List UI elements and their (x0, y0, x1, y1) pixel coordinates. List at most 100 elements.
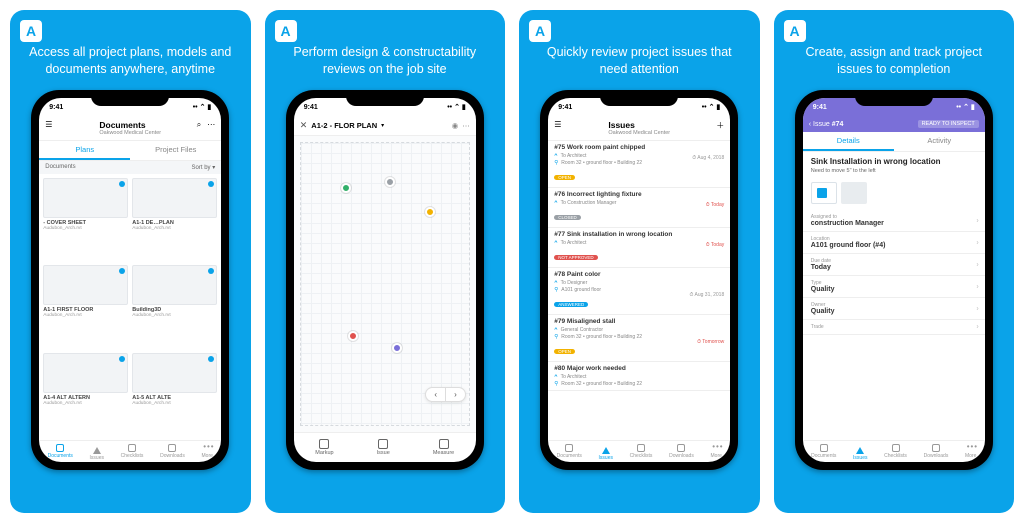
doc-subtitle: Audubon_Arch.rvt (43, 226, 128, 231)
nav-more[interactable]: •••More (965, 444, 976, 459)
issue-pin[interactable] (425, 207, 435, 217)
document-card[interactable]: A1-1 DE…PLANAudubon_Arch.rvt (132, 178, 217, 261)
issue-row[interactable]: #75 Work room paint chipped⍲To Architect… (548, 141, 730, 188)
app-screen-issues: 9:41•• ⌃ ▮ ☰ Issues Oakwood Medical Cent… (548, 98, 730, 462)
field-location[interactable]: LocationA101 ground floor (#4)› (803, 232, 985, 254)
issue-assignee: ⍲To Architect (554, 239, 724, 246)
issues-icon (93, 443, 101, 454)
visibility-icon[interactable]: ◉ (452, 121, 459, 130)
user-icon: ⍲ (554, 279, 557, 286)
promo-headline: Create, assign and track project issues … (774, 18, 1015, 90)
issue-assignee: ⍲To Architect (554, 373, 724, 380)
search-icon[interactable]: ⌕ (197, 120, 201, 130)
nav-checklists[interactable]: Checklists (630, 444, 653, 459)
nav-downloads[interactable]: Downloads (924, 444, 949, 459)
nav-issues[interactable]: Issues (599, 443, 613, 461)
issue-status-pill[interactable]: READY TO INSPECT (918, 120, 979, 128)
nav-checklists[interactable]: Checklists (884, 444, 907, 459)
tab-project-files[interactable]: Project Files (130, 141, 221, 160)
field-type[interactable]: TypeQuality› (803, 276, 985, 298)
autodesk-logo-icon: A (275, 20, 297, 42)
bottom-nav: Documents Issues Checklists Downloads •••Mor… (39, 440, 221, 462)
chevron-right-icon: › (976, 324, 978, 331)
chevron-down-icon[interactable]: ▾ (381, 122, 384, 129)
sort-by-button[interactable]: Sort by ▾ (192, 164, 216, 171)
phone-frame: 9:41•• ⌃ ▮ ✕ A1-2 - FLOR PLAN ▾ ◉ ⋯ ‹ › (286, 90, 484, 470)
documents-navbar: ☰ Documents Oakwood Medical Center ⌕ ⋯ (39, 116, 221, 141)
nav-documents[interactable]: Documents (557, 444, 582, 459)
doc-thumbnail (132, 353, 217, 393)
issue-status-pill: OPEN (554, 175, 575, 180)
nav-downloads[interactable]: Downloads (160, 444, 185, 459)
issue-row[interactable]: #80 Major work needed⍲To Architect⚲Room … (548, 362, 730, 391)
tool-markup[interactable]: Markup (315, 439, 333, 456)
add-issue-button[interactable]: ＋ (716, 120, 724, 131)
tab-activity[interactable]: Activity (894, 132, 985, 151)
more-icon[interactable]: ⋯ (207, 120, 215, 130)
more-icon[interactable]: ⋯ (462, 121, 470, 130)
field-assigned-to[interactable]: Assigned toconstruction Manager› (803, 210, 985, 232)
issue-header: ‹ Issue #74 READY TO INSPECT (803, 116, 985, 132)
phone-frame: 9:41•• ⌃ ▮ ☰ Issues Oakwood Medical Cent… (540, 90, 738, 470)
nav-checklists[interactable]: Checklists (121, 444, 144, 459)
attachment-thumbnail[interactable] (841, 182, 867, 204)
next-page-button[interactable]: › (446, 388, 465, 401)
app-screen-issue-detail: 9:41•• ⌃ ▮ ‹ Issue #74 READY TO INSPECT … (803, 98, 985, 462)
prev-page-button[interactable]: ‹ (426, 388, 446, 401)
floor-plan-canvas[interactable]: ‹ › (294, 136, 476, 432)
menu-icon[interactable]: ☰ (554, 120, 561, 129)
issue-row[interactable]: #79 Misaligned stall⍲General Contractor⚲… (548, 315, 730, 362)
user-icon: ⍲ (554, 199, 557, 206)
doc-thumbnail (43, 265, 128, 305)
issue-pin[interactable] (341, 183, 351, 193)
issue-pin[interactable] (385, 177, 395, 187)
pin-icon: ⚲ (554, 334, 558, 340)
nav-issues[interactable]: Issues (90, 443, 104, 461)
tool-issue[interactable]: Issue (377, 439, 390, 456)
issue-row[interactable]: #78 Paint color⍲To Designer⚲A101 ground … (548, 268, 730, 315)
issue-description: Need to move 5" to the left (803, 168, 985, 178)
app-store-gallery: A Access all project plans, models and d… (0, 0, 1024, 523)
issue-row[interactable]: #76 Incorrect lighting fixture⍲To Constr… (548, 188, 730, 228)
tab-details[interactable]: Details (803, 132, 894, 151)
issue-pin[interactable] (348, 331, 358, 341)
menu-icon[interactable]: ☰ (45, 120, 52, 129)
autodesk-logo-icon: A (529, 20, 551, 42)
field-due-date[interactable]: Due dateToday› (803, 254, 985, 276)
nav-documents[interactable]: Documents (811, 444, 836, 459)
documents-icon (565, 444, 573, 452)
tab-plans[interactable]: Plans (39, 141, 130, 160)
user-icon: ⍲ (554, 373, 557, 380)
autodesk-logo-icon: A (784, 20, 806, 42)
issue-pin[interactable] (392, 343, 402, 353)
document-grid: - COVER SHEETAudubon_Arch.rvtA1-1 DE…PLA… (39, 174, 221, 440)
issue-row-title: #79 Misaligned stall (554, 318, 724, 325)
page-subtitle: Oakwood Medical Center (99, 130, 161, 136)
issue-row[interactable]: #77 Sink installation in wrong location⍲… (548, 228, 730, 268)
bottom-nav: Documents Issues Checklists Downloads •••Mor… (803, 440, 985, 462)
nav-more[interactable]: •••More (202, 444, 213, 459)
nav-issues[interactable]: Issues (853, 443, 867, 461)
document-card[interactable]: Building3DAudubon_Arch.rvt (132, 265, 217, 348)
close-icon[interactable]: ✕ (300, 120, 308, 131)
document-card[interactable]: A1-1 FIRST FLOORAudubon_Arch.rvt (43, 265, 128, 348)
app-screen-plan: 9:41•• ⌃ ▮ ✕ A1-2 - FLOR PLAN ▾ ◉ ⋯ ‹ › (294, 98, 476, 462)
document-card[interactable]: - COVER SHEETAudubon_Arch.rvt (43, 178, 128, 261)
tool-measure[interactable]: Measure (433, 439, 454, 456)
doc-thumbnail (132, 265, 217, 305)
back-button[interactable]: ‹ Issue #74 (809, 121, 844, 128)
nav-more[interactable]: •••More (711, 444, 722, 459)
plan-navbar: ✕ A1-2 - FLOR PLAN ▾ ◉ ⋯ (294, 116, 476, 136)
issue-location: ⚲Room 32 • ground floor • Building 22 (554, 381, 724, 387)
attachment-thumbnail[interactable] (811, 182, 837, 204)
breadcrumb[interactable]: Documents (45, 164, 75, 171)
nav-downloads[interactable]: Downloads (669, 444, 694, 459)
field-value: Quality (811, 286, 977, 293)
field-trade[interactable]: Trade› (803, 320, 985, 335)
document-card[interactable]: A1-4 ALT ALTERNAudubon_Arch.rvt (43, 353, 128, 436)
field-owner[interactable]: OwnerQuality› (803, 298, 985, 320)
document-card[interactable]: A1-5 ALT ALTEAudubon_Arch.rvt (132, 353, 217, 436)
promo-headline: Quickly review project issues that need … (519, 18, 760, 90)
nav-documents[interactable]: Documents (48, 444, 73, 459)
downloads-icon (168, 444, 176, 452)
